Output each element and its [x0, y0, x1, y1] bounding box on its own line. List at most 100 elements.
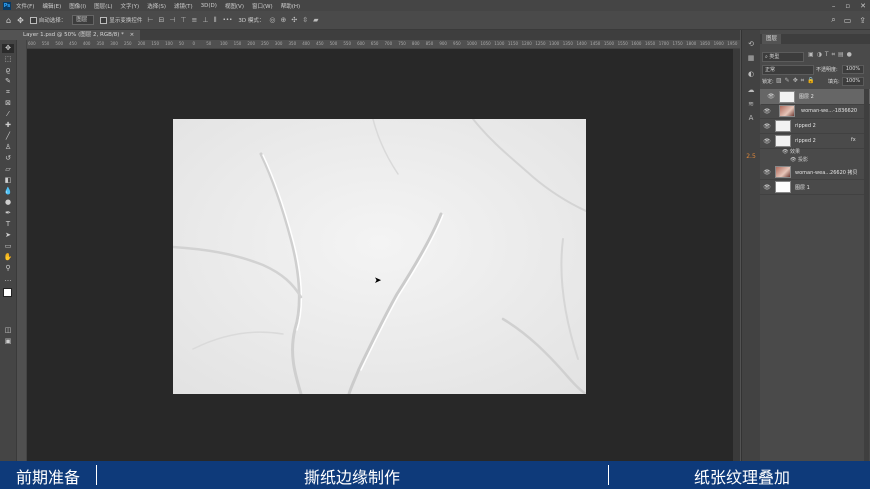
history-brush-tool-icon[interactable]: ↺	[2, 154, 14, 163]
path-select-tool-icon[interactable]: ➤	[2, 231, 14, 240]
menu-window[interactable]: 窗口(W)	[252, 2, 273, 10]
fx-icon[interactable]: fx	[851, 137, 856, 143]
align-center-icon[interactable]: ⊟	[158, 16, 164, 24]
chapter-paper-texture: 纸张纹理叠加	[694, 468, 791, 487]
blend-mode-dropdown[interactable]: 正常	[762, 65, 814, 75]
eye-icon[interactable]: 👁	[763, 184, 771, 191]
libraries-panel-icon[interactable]: ☁	[746, 86, 756, 95]
menu-select[interactable]: 选择(S)	[147, 2, 166, 10]
layer-row-layer-1[interactable]: 👁 图层 1	[760, 180, 864, 195]
quick-select-tool-icon[interactable]: ✎	[2, 77, 14, 86]
align-middle-icon[interactable]: ≡	[192, 16, 198, 24]
ruler-tick-label: 1100	[494, 41, 505, 46]
eye-icon[interactable]: 👁	[782, 149, 790, 155]
more-options-button[interactable]: •••	[223, 17, 233, 23]
scale-3d-icon[interactable]: ▰	[313, 16, 318, 24]
kind-filter-dropdown[interactable]: ⌕ 类型	[762, 52, 804, 62]
align-right-icon[interactable]: ⊣	[169, 16, 175, 24]
swatches-panel-icon[interactable]: ▦	[746, 54, 756, 63]
character-panel-icon[interactable]: A	[746, 114, 756, 123]
menu-help[interactable]: 帮助(H)	[281, 2, 300, 10]
stamp-tool-icon[interactable]: ♙	[2, 143, 14, 152]
eye-icon[interactable]: 👁	[767, 93, 775, 101]
auto-select-checkbox[interactable]: 自动选择：	[29, 16, 66, 24]
menu-filter[interactable]: 滤镜(T)	[174, 2, 193, 10]
drop-shadow-row[interactable]: 👁 投影	[790, 156, 808, 164]
align-left-icon[interactable]: ⊢	[147, 16, 153, 24]
menu-layer[interactable]: 图层(L)	[94, 2, 112, 10]
type-tool-icon[interactable]: T	[2, 220, 14, 229]
lasso-tool-icon[interactable]: ϱ	[2, 66, 14, 75]
maximize-icon[interactable]: ▫	[845, 2, 850, 10]
eye-icon[interactable]: 👁	[763, 123, 771, 130]
layer-row-ripped-2b[interactable]: 👁 ripped 2 fx	[760, 134, 864, 149]
eye-icon[interactable]: 👁	[763, 138, 771, 145]
layer-row-woman-copy[interactable]: 👁 woman-wea...26620 拷贝	[760, 165, 864, 180]
color-swatches-icon[interactable]	[2, 288, 15, 300]
crumpled-paper-image[interactable]	[173, 119, 586, 394]
vertical-scrollbar[interactable]	[733, 49, 740, 461]
lock-icons[interactable]: ▨✎✥⌗🔒	[776, 77, 818, 85]
eye-icon[interactable]: 👁	[790, 157, 798, 163]
more-tools-icon[interactable]: …	[2, 275, 14, 284]
marquee-tool-icon[interactable]: ⬚	[2, 55, 14, 64]
document-tab[interactable]: Layer 1.psd @ 50% (图层 2, RGB/8) * ×	[17, 30, 141, 40]
crop-tool-icon[interactable]: ⌗	[2, 88, 14, 97]
pan-3d-icon[interactable]: ✣	[291, 16, 297, 24]
menu-file[interactable]: 文件(F)	[16, 2, 34, 10]
brush-panel-icon[interactable]: ≋	[746, 100, 756, 109]
kind-filter-label: 类型	[769, 54, 780, 60]
brush-tool-icon[interactable]: ╱	[2, 132, 14, 141]
minimize-icon[interactable]: –	[832, 2, 836, 10]
menu-edit[interactable]: 编辑(E)	[42, 2, 61, 10]
gradient-tool-icon[interactable]: ◧	[2, 176, 14, 185]
layers-scrollbar[interactable]	[864, 89, 869, 461]
show-transform-checkbox[interactable]: 显示变换控件	[100, 16, 142, 24]
fill-input[interactable]: 100%	[842, 77, 864, 86]
layer-row-ripped-2a[interactable]: 👁 ripped 2	[760, 119, 864, 134]
close-tab-icon[interactable]: ×	[130, 32, 135, 38]
distribute-icon[interactable]: ⦀	[214, 16, 217, 25]
menu-view[interactable]: 视图(V)	[225, 2, 244, 10]
orbit-3d-icon[interactable]: ◎	[269, 16, 275, 24]
search-icon[interactable]: ⌕	[831, 15, 835, 25]
slide-3d-icon[interactable]: ⇳	[302, 16, 308, 24]
version-badge-icon[interactable]: 2.5	[746, 152, 756, 161]
align-bottom-icon[interactable]: ⊥	[202, 16, 208, 24]
dodge-tool-icon[interactable]: ●	[2, 198, 14, 207]
pen-tool-icon[interactable]: ✒	[2, 209, 14, 218]
healing-brush-tool-icon[interactable]: ✚	[2, 121, 14, 130]
photoshop-logo-icon: Ps	[3, 1, 11, 10]
frame-tool-icon[interactable]: ⊠	[2, 99, 14, 108]
history-panel-icon[interactable]: ⟲	[746, 40, 756, 49]
eye-icon[interactable]: 👁	[763, 108, 771, 115]
adjustments-panel-icon[interactable]: ◐	[746, 70, 756, 79]
menu-type[interactable]: 文字(Y)	[121, 2, 140, 10]
menu-3d[interactable]: 3D(D)	[201, 3, 217, 9]
eye-icon[interactable]: 👁	[763, 169, 771, 176]
layer-row-woman-1[interactable]: 👁 woman-we...-1836620	[760, 104, 864, 119]
align-top-icon[interactable]: ⊤	[180, 16, 186, 24]
blur-tool-icon[interactable]: 💧	[2, 187, 14, 196]
hand-tool-icon[interactable]: ✋	[2, 253, 14, 262]
share-icon[interactable]: ⇪	[859, 16, 866, 25]
close-icon[interactable]: ✕	[860, 2, 866, 10]
workspace-icon[interactable]: ▭	[844, 16, 852, 25]
eyedropper-tool-icon[interactable]: ⁄	[2, 110, 14, 119]
layer-row-layer-2[interactable]: 👁 图层 2	[760, 89, 870, 105]
move-tool-icon[interactable]: ✥	[2, 44, 14, 53]
effects-row[interactable]: 👁 效果	[782, 148, 800, 156]
rectangle-tool-icon[interactable]: ▭	[2, 242, 14, 251]
eraser-tool-icon[interactable]: ▱	[2, 165, 14, 174]
screen-mode-icon[interactable]: ▣	[2, 337, 14, 346]
opacity-input[interactable]: 100%	[842, 65, 864, 74]
layer-filter-icons[interactable]: ▣◑T⌗▤●	[808, 51, 855, 59]
quick-mask-icon[interactable]: ◫	[2, 326, 14, 335]
zoom-tool-icon[interactable]: ⚲	[2, 264, 14, 273]
roll-3d-icon[interactable]: ⊕	[280, 16, 286, 24]
auto-select-dropdown[interactable]: 图层	[72, 15, 95, 25]
menu-image[interactable]: 图像(I)	[69, 2, 86, 10]
move-tool-icon[interactable]: ✥	[17, 16, 24, 25]
layers-tab[interactable]: 图层	[762, 34, 782, 44]
home-icon[interactable]: ⌂	[6, 16, 11, 25]
